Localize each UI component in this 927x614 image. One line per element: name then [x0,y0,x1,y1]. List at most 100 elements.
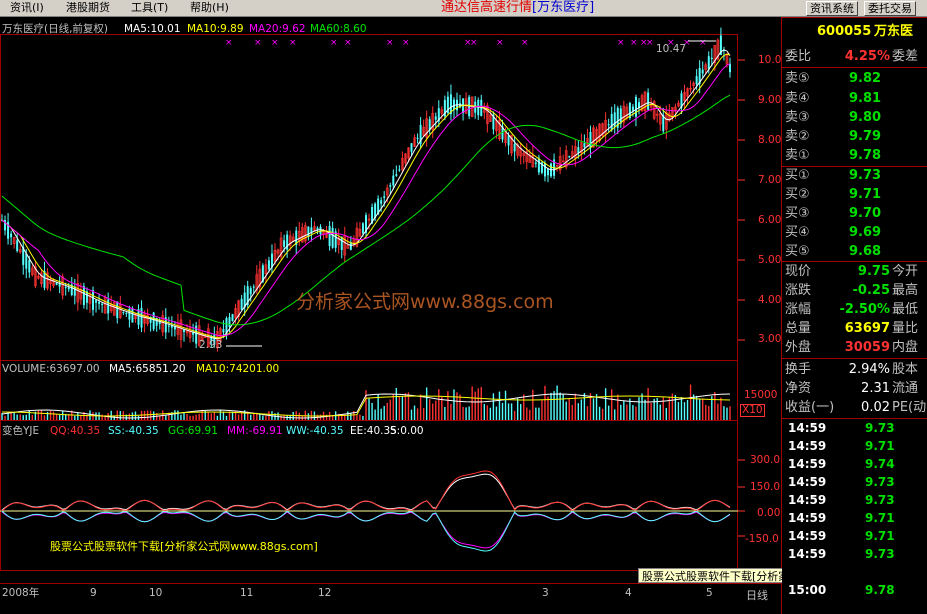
info-system-button[interactable]: 资讯系统 [806,1,858,16]
indicator-ww: WW:-40.35 [286,425,344,437]
candle-body [331,227,334,248]
candle-body [543,163,546,177]
candle-body [67,287,70,290]
buy-row-4: 买④ 9.69 [785,225,882,240]
signal-marker: × [646,38,654,48]
date-tick: 12 [318,587,332,599]
candle-body [167,325,170,327]
candle-body [613,112,616,127]
indicator-mm: MM:-69.91 [227,425,283,437]
price-tick: 9.00 [758,94,782,106]
signal-marker: × [254,38,262,48]
tick-row: 14:59 9.71 [788,529,895,543]
sell-row-1: 卖① 9.78 [785,148,882,163]
candle-body [577,147,580,153]
ma20-label: MA20:9.62 [249,23,306,35]
menu-tools[interactable]: 工具(T) [131,1,168,15]
stat-row: 现价 9.75 今开 [785,264,919,279]
candle-body [695,76,698,85]
volume-ma10-label: MA10:74201.00 [196,363,280,375]
ma5-label: MA5:10.01 [124,23,181,35]
signal-marker: × [344,38,352,48]
tick-row: 14:59 9.74 [788,457,895,471]
indicator-qq: QQ:40.35 [50,425,101,437]
app-title: 通达信高速行情[万东医疗] [441,0,595,15]
signal-marker: × [402,38,410,48]
kline-chart[interactable]: × × × × × × × × ×× × × × × ×× × × × [0,17,782,614]
tab-daily[interactable]: 日线 [746,587,768,603]
indicator-s: S:0.00 [390,425,424,437]
stat2-row: 换手 2.94% 股本 [785,362,919,377]
trade-button[interactable]: 委托交易 [864,1,916,16]
signal-marker: × [271,38,279,48]
tick-row: 14:59 9.73 [788,475,895,489]
watermark: 分析家公式网www.88gs.com [296,291,554,313]
menu-info[interactable]: 资讯(I) [10,1,44,15]
stat-row: 总量 63697 量比 [785,321,919,336]
volume-ma5-label: MA5:65851.20 [109,363,186,375]
candle-body [267,260,270,270]
volume-unit: X10 [740,404,765,417]
candle-body [589,131,592,149]
candle-body [434,116,437,120]
signal-marker: × [496,38,504,48]
candle-body [10,233,13,238]
candle-body [228,317,231,327]
candle-body [82,286,85,306]
date-tick: 5 [706,587,713,599]
candle-body [319,226,322,235]
candle-body [395,174,398,176]
signal-marker: × [617,38,625,48]
quote-header: 600055 万东医 [817,24,914,39]
indicator-gg: GG:69.91 [168,425,218,437]
candle-body [28,259,31,273]
wb-row: 委比 4.25% 委差 [785,49,919,64]
candle-body [55,282,58,285]
candle-body [416,137,419,139]
signal-marker: × [330,38,338,48]
ind-tick: -150.0 [745,533,779,545]
ind-tick: 300.0 [750,454,781,466]
indicator-ss: SS:-40.35 [108,425,159,437]
candle-body [513,143,516,152]
signal-marker: × [289,38,297,48]
candle-body [107,299,110,314]
stat2-row: 收益(一) 0.02 PE(动 [785,400,927,415]
candle-body [647,92,650,110]
signal-marker: × [386,38,394,48]
sell-row-2: 卖② 9.79 [785,129,882,144]
candle-body [619,108,622,124]
ma60-label: MA60:8.60 [310,23,367,35]
candle-body [92,290,94,310]
candle-body [547,168,549,176]
date-tick: 11 [240,587,254,599]
candle-body [452,99,455,110]
signal-marker: × [699,38,707,48]
tick-row: 14:59 9.73 [788,547,895,561]
candle-body [610,114,613,131]
date-tick: 3 [542,587,549,599]
ind-tick: 150.0 [750,481,781,493]
stat-row: 涨幅 -2.50% 最低 [785,302,919,317]
buy-row-3: 买③ 9.70 [785,206,882,221]
date-tick: 4 [625,587,632,599]
menu-hk-futures[interactable]: 港股期货 [66,1,110,15]
candle-body [231,314,234,321]
candle-body [125,312,128,314]
menu-help[interactable]: 帮助(H) [190,1,229,15]
tick-row: 14:59 9.73 [788,421,895,435]
candle-body [98,302,101,304]
candle-body [116,301,119,319]
date-tick: 10 [149,587,163,599]
buy-row-1: 买① 9.73 [785,168,882,183]
price-tick: 3.00 [758,333,782,345]
candle-body [101,303,104,305]
candle-body [380,200,383,204]
candle-body [131,308,134,323]
price-tick: 7.00 [758,174,782,186]
candle-body [634,96,637,117]
candle-body [631,106,634,111]
tick-row: 14:59 9.71 [788,511,895,525]
quote-panel: 600055 万东医 委比 4.25% 委差 卖⑤ 9.82 卖④ 9.81 卖③ 9.8… [746,17,927,614]
date-tick: 2008年 [2,587,40,599]
